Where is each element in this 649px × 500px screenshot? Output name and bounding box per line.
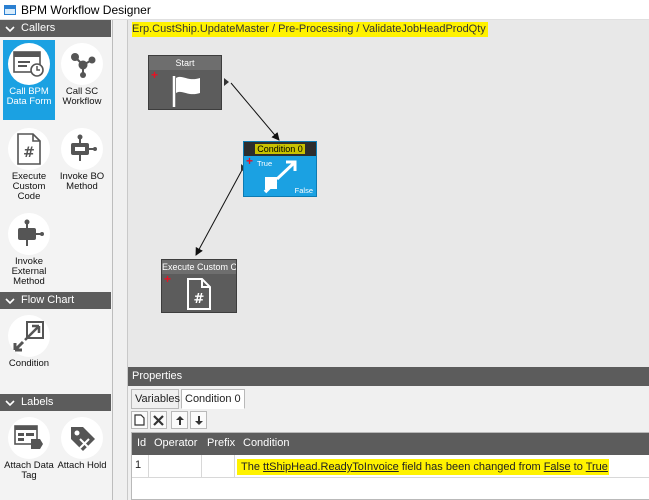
section-labels-header[interactable]: Labels (0, 394, 111, 411)
flag-icon (172, 76, 200, 107)
data-form-icon (8, 43, 50, 85)
add-icon[interactable]: + (246, 155, 253, 167)
start-node[interactable]: Start + (148, 55, 222, 110)
cell-condition[interactable]: The ttShipHead.ReadyToInvoice field has … (237, 459, 609, 475)
tool-call-sc-workflow[interactable]: Call SC Workflow (56, 40, 108, 120)
tool-call-bpm-data-form[interactable]: Call BPM Data Form (3, 40, 55, 120)
grid-header: Id Operator Prefix Condition (132, 433, 649, 455)
condition-node[interactable]: Condition 0 + True False (243, 141, 317, 197)
cell-id[interactable]: 1 (132, 455, 149, 478)
properties-header: Properties (128, 367, 649, 386)
cell-prefix[interactable] (202, 455, 235, 478)
tool-execute-custom-code[interactable]: # Execute Custom Code (3, 125, 55, 205)
chevron-down-icon (5, 298, 15, 305)
bo-method-icon (61, 128, 103, 170)
add-icon[interactable]: + (151, 69, 158, 81)
method-path: Erp.CustShip.UpdateMaster / Pre-Processi… (132, 22, 488, 37)
column-header-operator[interactable]: Operator (154, 437, 197, 449)
section-flowchart-header[interactable]: Flow Chart (0, 292, 111, 309)
tool-label: Invoke External Method (11, 256, 47, 287)
tool-condition[interactable]: Condition (3, 312, 55, 392)
external-method-icon (8, 213, 50, 255)
node-title: Execute Custom Co (162, 260, 236, 274)
new-row-button[interactable] (131, 411, 148, 429)
window-title: BPM Workflow Designer (21, 3, 151, 17)
tab-variables[interactable]: Variables (131, 389, 180, 409)
tool-label: Execute Custom Code (11, 171, 47, 202)
condition-icon (263, 160, 297, 194)
tool-invoke-bo-method[interactable]: Invoke BO Method (56, 125, 108, 205)
node-title: Condition 0 (244, 142, 316, 156)
title-bar: BPM Workflow Designer (0, 0, 649, 20)
tool-invoke-external-method[interactable]: Invoke External Method (3, 210, 55, 290)
tool-label: Invoke BO Method (59, 171, 105, 192)
condition-from-link[interactable]: False (544, 461, 571, 473)
custom-code-icon: # (187, 278, 211, 310)
table-row[interactable]: 1 The ttShipHead.ReadyToInvoice field ha… (132, 455, 649, 478)
delete-icon (153, 414, 164, 426)
chevron-down-icon (5, 400, 15, 407)
execute-custom-code-node[interactable]: Execute Custom Co + # (161, 259, 237, 313)
tool-label: Attach Hold (57, 460, 107, 471)
tool-label: Call BPM Data Form (6, 86, 52, 107)
condition-text: to (570, 461, 586, 473)
canvas-path-bar: Erp.CustShip.UpdateMaster / Pre-Processi… (128, 20, 649, 40)
add-icon[interactable]: + (164, 273, 171, 285)
condition-text: The (241, 461, 264, 473)
condition-icon (8, 315, 50, 357)
new-icon (134, 414, 145, 426)
section-callers-header[interactable]: Callers (0, 20, 111, 37)
custom-code-icon: # (8, 128, 50, 170)
svg-text:#: # (23, 145, 35, 161)
svg-text:#: # (194, 292, 205, 307)
data-tag-icon (8, 417, 50, 459)
connector-start-to-condition (230, 82, 280, 141)
arrow-up-icon (175, 415, 184, 425)
tool-attach-hold[interactable]: Attach Hold (56, 414, 108, 494)
tool-label: Call SC Workflow (62, 86, 102, 107)
section-label: Callers (21, 22, 56, 34)
tool-label: Attach Data Tag (4, 460, 54, 481)
workflow-canvas[interactable]: Erp.CustShip.UpdateMaster / Pre-Processi… (127, 20, 649, 367)
conditions-grid: Id Operator Prefix Condition 1 The ttShi… (131, 432, 649, 500)
chevron-down-icon (5, 26, 15, 33)
properties-panel: Properties Variables Condition 0 Id Oper… (127, 367, 649, 500)
tab-condition-0[interactable]: Condition 0 (181, 389, 245, 409)
column-header-condition[interactable]: Condition (243, 437, 289, 449)
app-icon (4, 5, 16, 15)
condition-text: field has been changed from (398, 461, 544, 473)
condition-field-link[interactable]: ttShipHead.ReadyToInvoice (263, 461, 399, 473)
section-label: Flow Chart (21, 294, 75, 306)
node-title: Start (149, 56, 221, 70)
column-header-id[interactable]: Id (137, 437, 146, 449)
section-label: Labels (21, 396, 54, 408)
cell-operator[interactable] (149, 455, 202, 478)
move-down-button[interactable] (190, 411, 207, 429)
arrow-down-icon (194, 415, 203, 425)
workflow-icon (61, 43, 103, 85)
condition-to-link[interactable]: True (586, 461, 608, 473)
connector-condition-to-code (195, 169, 243, 256)
column-header-prefix[interactable]: Prefix (207, 437, 235, 449)
hold-icon (61, 417, 103, 459)
move-up-button[interactable] (171, 411, 188, 429)
delete-row-button[interactable] (150, 411, 167, 429)
tool-label: Condition (8, 358, 50, 369)
tool-attach-data-tag[interactable]: Attach Data Tag (3, 414, 55, 494)
toolbox-panel: Callers Call BPM Data Form Call SC Workf… (0, 20, 113, 500)
